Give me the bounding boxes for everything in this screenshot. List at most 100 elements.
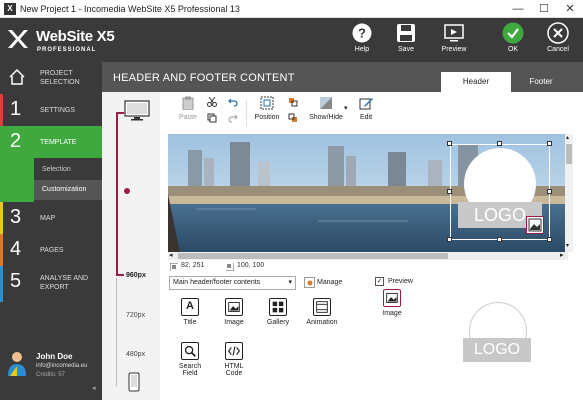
tab-header[interactable]: Header xyxy=(441,72,511,92)
add-image-object[interactable]: Image xyxy=(216,298,252,326)
home-icon xyxy=(9,68,25,85)
monitor-preview-icon xyxy=(444,24,464,42)
ok-label: OK xyxy=(507,46,519,53)
page-title: HEADER AND FOOTER CONTENT xyxy=(113,72,295,84)
paste-label: Paste xyxy=(179,114,197,121)
send-backward-icon[interactable] xyxy=(288,113,298,123)
manage-link[interactable]: Manage xyxy=(317,279,342,286)
object-position: 82, 251 xyxy=(181,262,205,269)
vertical-scrollbar[interactable]: ▴ ▾ xyxy=(565,134,573,252)
redo-icon[interactable] xyxy=(228,113,238,123)
nav-number: 5 xyxy=(10,270,22,292)
breakpoint-720[interactable]: 720px xyxy=(126,312,145,319)
resize-handle[interactable] xyxy=(447,189,452,194)
cut-scissors-icon[interactable] xyxy=(207,97,217,107)
sidebar-item-pages[interactable]: 4 PAGES xyxy=(0,234,102,266)
close-window-button[interactable]: ✕ xyxy=(557,0,583,18)
manage-icon[interactable] xyxy=(304,277,315,288)
image-icon xyxy=(383,289,401,307)
resolution-track xyxy=(116,278,117,386)
preview-button[interactable]: Preview xyxy=(434,22,474,60)
resize-handle[interactable] xyxy=(547,237,552,242)
undo-icon[interactable] xyxy=(228,97,238,107)
sidebar-item-settings[interactable]: 1 SETTINGS xyxy=(0,94,102,126)
header-canvas[interactable]: LOGO xyxy=(168,134,568,252)
nav-label: TEMPLATE xyxy=(40,139,77,146)
brand-name: WebSite X5 xyxy=(36,28,115,45)
sidebar-item-project-selection[interactable]: PROJECT SELECTION xyxy=(0,62,102,94)
sidebar-item-analyse-export[interactable]: 5 ANALYSE AND EXPORT xyxy=(0,266,102,302)
object-label-line2: Field xyxy=(182,370,198,377)
horizontal-scrollbar[interactable]: ◂ ▸ xyxy=(168,252,568,260)
add-title-object[interactable]: A Title xyxy=(172,298,208,326)
minimize-button[interactable]: — xyxy=(505,0,531,18)
scroll-down-icon[interactable]: ▾ xyxy=(566,242,569,249)
subnav-selection[interactable]: Selection xyxy=(34,160,102,180)
scroll-up-icon[interactable]: ▴ xyxy=(566,134,569,141)
resize-handle[interactable] xyxy=(447,141,452,146)
image-object-icon[interactable] xyxy=(526,216,544,234)
breakpoint-480[interactable]: 480px xyxy=(126,351,145,358)
position-button[interactable]: Position xyxy=(252,96,282,121)
scroll-right-icon[interactable]: ▸ xyxy=(560,251,564,259)
desktop-monitor-icon[interactable] xyxy=(124,100,150,122)
cancel-button[interactable]: Cancel xyxy=(538,22,578,60)
maximize-button[interactable]: ☐ xyxy=(531,0,557,18)
device-resolution-bar: 960px 720px 480px xyxy=(102,92,160,400)
sidebar: PROJECT SELECTION 1 SETTINGS 2 TEMPLATE … xyxy=(0,62,102,400)
subnav-customization[interactable]: Customization xyxy=(34,180,102,200)
object-size: 100, 100 xyxy=(237,262,265,269)
map-color-bar xyxy=(0,202,3,234)
content-set-select[interactable]: Main header/footer contents ▾ xyxy=(169,276,296,290)
analyse-color-bar xyxy=(0,266,3,302)
resize-handle[interactable] xyxy=(447,237,452,242)
ok-button[interactable]: OK xyxy=(493,22,533,60)
section-header: HEADER AND FOOTER CONTENT Header Footer xyxy=(102,62,583,92)
add-html-code-object[interactable]: HTML Code xyxy=(216,342,252,377)
show-hide-label: Show/Hide xyxy=(309,114,343,121)
user-email: info@incomedia.eu xyxy=(36,363,88,369)
show-hide-dropdown-icon[interactable]: ▾ xyxy=(344,104,348,112)
search-icon xyxy=(181,342,199,360)
resize-handle[interactable] xyxy=(497,141,502,146)
scroll-left-icon[interactable]: ◂ xyxy=(169,251,173,259)
resolution-dot[interactable] xyxy=(124,188,130,194)
resize-handle[interactable] xyxy=(547,141,552,146)
add-gallery-object[interactable]: Gallery xyxy=(260,298,296,326)
resize-handle[interactable] xyxy=(547,189,552,194)
edit-label: Edit xyxy=(359,114,373,121)
breakpoint-960[interactable]: 960px xyxy=(126,272,146,279)
resize-handle[interactable] xyxy=(497,237,502,242)
save-button[interactable]: Save xyxy=(386,22,426,60)
sidebar-item-template[interactable]: 2 TEMPLATE xyxy=(0,126,102,158)
object-label-line2: Code xyxy=(225,370,243,377)
edit-pencil-icon xyxy=(359,98,373,110)
collapse-arrow-icon[interactable]: ◂ xyxy=(92,384,96,392)
vertical-scroll-thumb[interactable] xyxy=(566,144,572,164)
size-coords-icon xyxy=(226,263,234,271)
user-panel[interactable]: John Doe info@incomedia.eu Credits: 57 ◂ xyxy=(0,340,102,398)
edit-toolbar: Paste Position Show/Hide ▾ Edit xyxy=(160,92,583,132)
horizontal-scroll-thumb[interactable] xyxy=(178,253,448,259)
bring-forward-icon[interactable] xyxy=(288,97,298,107)
help-icon: ? xyxy=(352,23,372,43)
nav-label: PAGES xyxy=(40,247,64,254)
edit-button[interactable]: Edit xyxy=(354,96,378,121)
show-hide-button[interactable]: Show/Hide xyxy=(306,96,346,121)
template-color-strip xyxy=(0,158,34,202)
smartphone-icon[interactable] xyxy=(128,372,140,392)
add-animation-object[interactable]: Animation xyxy=(304,298,340,326)
copy-icon[interactable] xyxy=(207,113,217,123)
preview-image-object[interactable]: Image xyxy=(374,289,410,317)
toolbar-divider xyxy=(246,100,247,126)
tab-footer[interactable]: Footer xyxy=(506,72,576,92)
add-search-field-object[interactable]: Search Field xyxy=(172,342,208,377)
preview-checkbox[interactable]: ✓ xyxy=(375,277,384,286)
save-label: Save xyxy=(398,46,414,53)
position-coords-icon xyxy=(170,263,178,271)
sidebar-item-map[interactable]: 3 MAP xyxy=(0,202,102,234)
nav-label: MAP xyxy=(40,215,56,222)
paste-button[interactable]: Paste xyxy=(176,96,200,121)
nav-number: 1 xyxy=(10,98,22,120)
help-button[interactable]: ? Help xyxy=(342,22,382,60)
